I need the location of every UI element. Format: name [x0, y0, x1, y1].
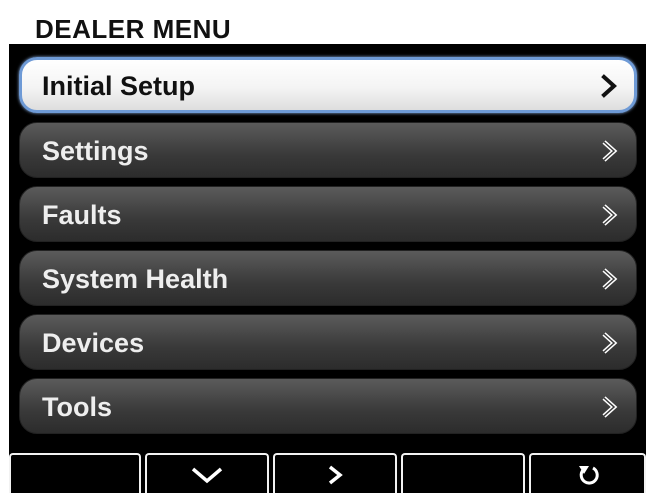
- softkey-1-button[interactable]: [9, 453, 141, 493]
- chevron-right-icon: [328, 465, 343, 485]
- header-bar: DEALER MENU: [9, 10, 646, 46]
- chevron-right-icon: [602, 204, 618, 226]
- device-screen: DEALER MENU Initial Setup Settings Fault…: [9, 10, 646, 493]
- menu-item-label: Initial Setup: [42, 71, 196, 101]
- softkey-back-button[interactable]: [529, 453, 646, 493]
- page-title: DEALER MENU: [35, 14, 232, 44]
- chevron-right-icon: [601, 74, 617, 98]
- chevron-right-icon: [602, 332, 618, 354]
- menu-item-initial-setup[interactable]: Initial Setup: [19, 57, 637, 113]
- chevron-right-icon: [602, 396, 618, 418]
- menu-item-label: Devices: [42, 328, 145, 358]
- menu-item-label: Faults: [42, 200, 122, 230]
- softkey-bar: [9, 453, 646, 493]
- chevron-down-icon: [191, 467, 223, 484]
- softkey-4-button[interactable]: [401, 453, 525, 493]
- menu-item-settings[interactable]: Settings: [19, 122, 637, 178]
- menu-item-tools[interactable]: Tools: [19, 378, 637, 434]
- softkey-enter-button[interactable]: [273, 453, 397, 493]
- menu-item-label: System Health: [42, 264, 229, 294]
- menu-item-label: Settings: [42, 136, 149, 166]
- menu-item-devices[interactable]: Devices: [19, 314, 637, 370]
- chevron-right-icon: [602, 140, 618, 162]
- back-arrow-icon: [578, 466, 599, 485]
- chevron-right-icon: [602, 268, 618, 290]
- menu-item-system-health[interactable]: System Health: [19, 250, 637, 306]
- menu-item-label: Tools: [42, 392, 112, 422]
- softkey-down-button[interactable]: [145, 453, 269, 493]
- menu-item-faults[interactable]: Faults: [19, 186, 637, 242]
